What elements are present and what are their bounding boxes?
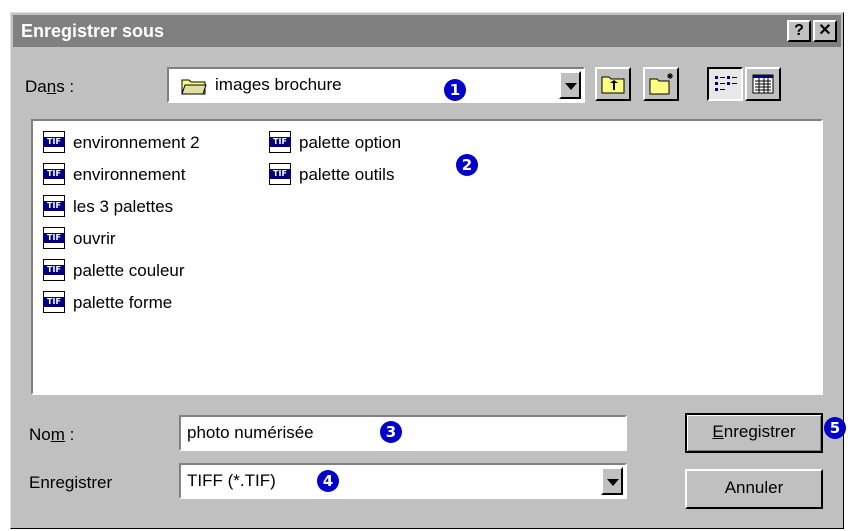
folder-icon <box>181 79 207 95</box>
location-dropdown-arrow[interactable] <box>559 71 581 99</box>
cancel-button[interactable]: Annuler <box>685 469 823 509</box>
filetype-value: TIFF (*.TIF) <box>187 471 276 490</box>
callout-badge-5: 5 <box>824 417 846 439</box>
callout-badge-2: 2 <box>456 154 478 176</box>
filetype-label: Enregistrer <box>29 473 113 492</box>
filename-value: photo numérisée <box>187 423 314 442</box>
tif-file-icon: TIF <box>43 291 65 313</box>
save-as-dialog: Enregistrer sous ? ✕ Dans : images broch… <box>10 12 846 529</box>
filename-label: Nom : <box>29 425 75 444</box>
callout-badge-4: 4 <box>317 470 339 492</box>
list-view-button[interactable] <box>707 67 743 101</box>
location-value: images brochure <box>215 75 342 94</box>
filename-input[interactable]: photo numérisée <box>179 415 627 451</box>
help-button[interactable]: ? <box>787 20 811 42</box>
up-one-level-button[interactable] <box>595 67 631 101</box>
location-label: Dans : <box>25 77 75 96</box>
details-view-button[interactable] <box>745 67 781 101</box>
up-folder-icon <box>601 76 625 94</box>
tif-file-icon: TIF <box>269 163 291 185</box>
tif-file-icon: TIF <box>43 163 65 185</box>
save-button[interactable]: Enregistrer <box>685 413 823 453</box>
file-list[interactable]: TIF environnement 2 TIF environnement TI… <box>31 119 823 395</box>
tif-file-icon: TIF <box>43 227 65 249</box>
list-view-icon <box>715 76 737 91</box>
tif-file-icon: TIF <box>43 259 65 281</box>
tif-file-icon: TIF <box>43 131 65 153</box>
callout-badge-3: 3 <box>380 421 402 443</box>
location-dropdown[interactable]: images brochure <box>167 67 585 103</box>
filetype-dropdown[interactable]: TIFF (*.TIF) <box>179 463 627 499</box>
dialog-title: Enregistrer sous <box>21 21 165 41</box>
new-folder-button[interactable] <box>643 67 679 101</box>
title-bar[interactable]: Enregistrer sous ? ✕ <box>13 15 841 47</box>
tif-file-icon: TIF <box>269 131 291 153</box>
new-folder-icon <box>649 73 673 95</box>
close-button[interactable]: ✕ <box>813 20 837 42</box>
callout-badge-1: 1 <box>444 79 466 101</box>
filetype-dropdown-arrow[interactable] <box>601 467 623 495</box>
details-view-icon <box>752 74 774 94</box>
tif-file-icon: TIF <box>43 195 65 217</box>
